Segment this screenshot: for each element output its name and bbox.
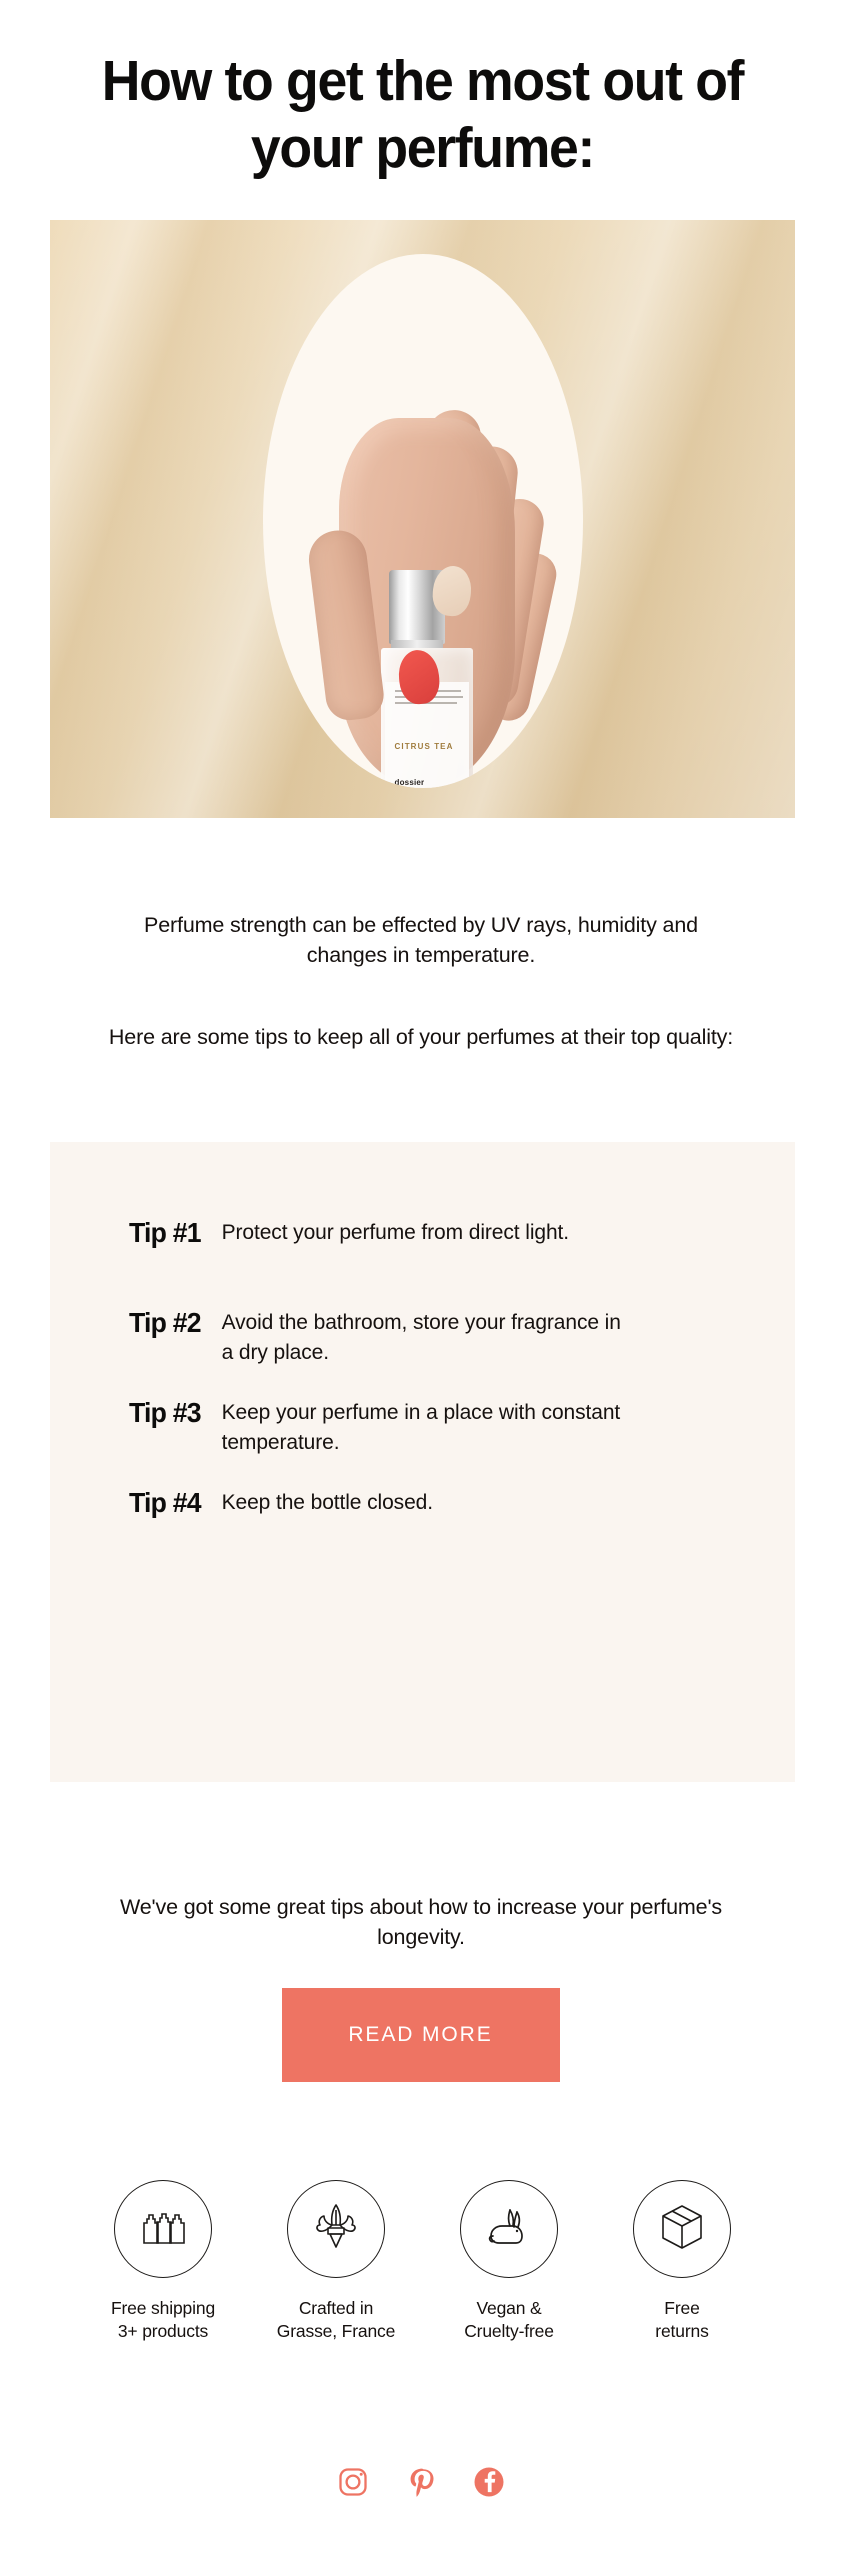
read-more-button[interactable]: READ MORE xyxy=(281,1988,560,2082)
page-title: How to get the most out of your perfume: xyxy=(101,49,745,180)
tip-label: Tip #1 xyxy=(129,1217,202,1248)
hero-image: CITRUS TEA dossier xyxy=(50,220,795,818)
facebook-link[interactable] xyxy=(473,2466,505,2498)
instagram-link[interactable] xyxy=(337,2466,369,2498)
tip-label: Tip #4 xyxy=(129,1487,202,1518)
fleur-de-lis-icon xyxy=(314,2202,358,2257)
tip-row: Tip #3 Keep your perfume in a place with… xyxy=(129,1395,637,1458)
features-row: Free shipping 3+ products Crafted in Gra… xyxy=(50,2180,795,2343)
instagram-icon xyxy=(337,2468,369,2502)
feature-label: Crafted in Grasse, France xyxy=(276,2298,396,2341)
feature-badge xyxy=(460,2180,558,2278)
cta-container: READ MORE xyxy=(0,1988,841,2082)
tip-text: Keep your perfume in a place with consta… xyxy=(221,1401,621,1454)
outro-paragraph: We've got some great tips about how to i… xyxy=(119,1894,723,1950)
intro-paragraph-2: Here are some tips to keep all of your p… xyxy=(108,1024,734,1049)
tip-text: Avoid the bathroom, store your fragrance… xyxy=(221,1311,621,1364)
feature-label: Free shipping 3+ products xyxy=(110,2298,216,2341)
tip-text: Keep the bottle closed. xyxy=(221,1491,433,1514)
intro-paragraph-1: Perfume strength can be effected by UV r… xyxy=(144,912,698,968)
feature-free-shipping: Free shipping 3+ products xyxy=(88,2180,238,2343)
pinterest-icon xyxy=(405,2468,437,2502)
three-bottles-icon xyxy=(140,2207,186,2252)
tip-row: Tip #4 Keep the bottle closed. xyxy=(129,1485,433,1520)
box-icon xyxy=(659,2203,705,2256)
tip-row: Tip #2 Avoid the bathroom, store your fr… xyxy=(129,1305,637,1368)
hero-oval-mask: CITRUS TEA dossier xyxy=(262,254,583,788)
feature-badge xyxy=(287,2180,385,2278)
feature-label: Vegan & Cruelty-free xyxy=(464,2298,554,2341)
feature-crafted-in-grasse: Crafted in Grasse, France xyxy=(261,2180,411,2343)
email-body: How to get the most out of your perfume: xyxy=(0,0,841,2560)
hand-illustration: CITRUS TEA dossier xyxy=(277,382,577,788)
social-links xyxy=(0,2466,841,2498)
pinterest-link[interactable] xyxy=(405,2466,437,2498)
feature-label: Free returns xyxy=(655,2298,709,2341)
facebook-icon xyxy=(473,2467,505,2502)
tip-label: Tip #3 xyxy=(129,1397,202,1428)
feature-free-returns: Free returns xyxy=(607,2180,757,2343)
feature-badge xyxy=(114,2180,212,2278)
feature-vegan-cruelty-free: Vegan & Cruelty-free xyxy=(434,2180,584,2343)
tip-row: Tip #1 Protect your perfume from direct … xyxy=(129,1215,569,1250)
bottle-brand-text: dossier xyxy=(394,778,425,787)
tips-panel: Tip #1 Protect your perfume from direct … xyxy=(50,1142,795,1782)
rabbit-icon xyxy=(484,2205,534,2254)
feature-badge xyxy=(633,2180,731,2278)
tip-text: Protect your perfume from direct light. xyxy=(221,1221,570,1244)
bottle-name-text: CITRUS TEA xyxy=(394,742,454,751)
tip-label: Tip #2 xyxy=(129,1307,202,1338)
